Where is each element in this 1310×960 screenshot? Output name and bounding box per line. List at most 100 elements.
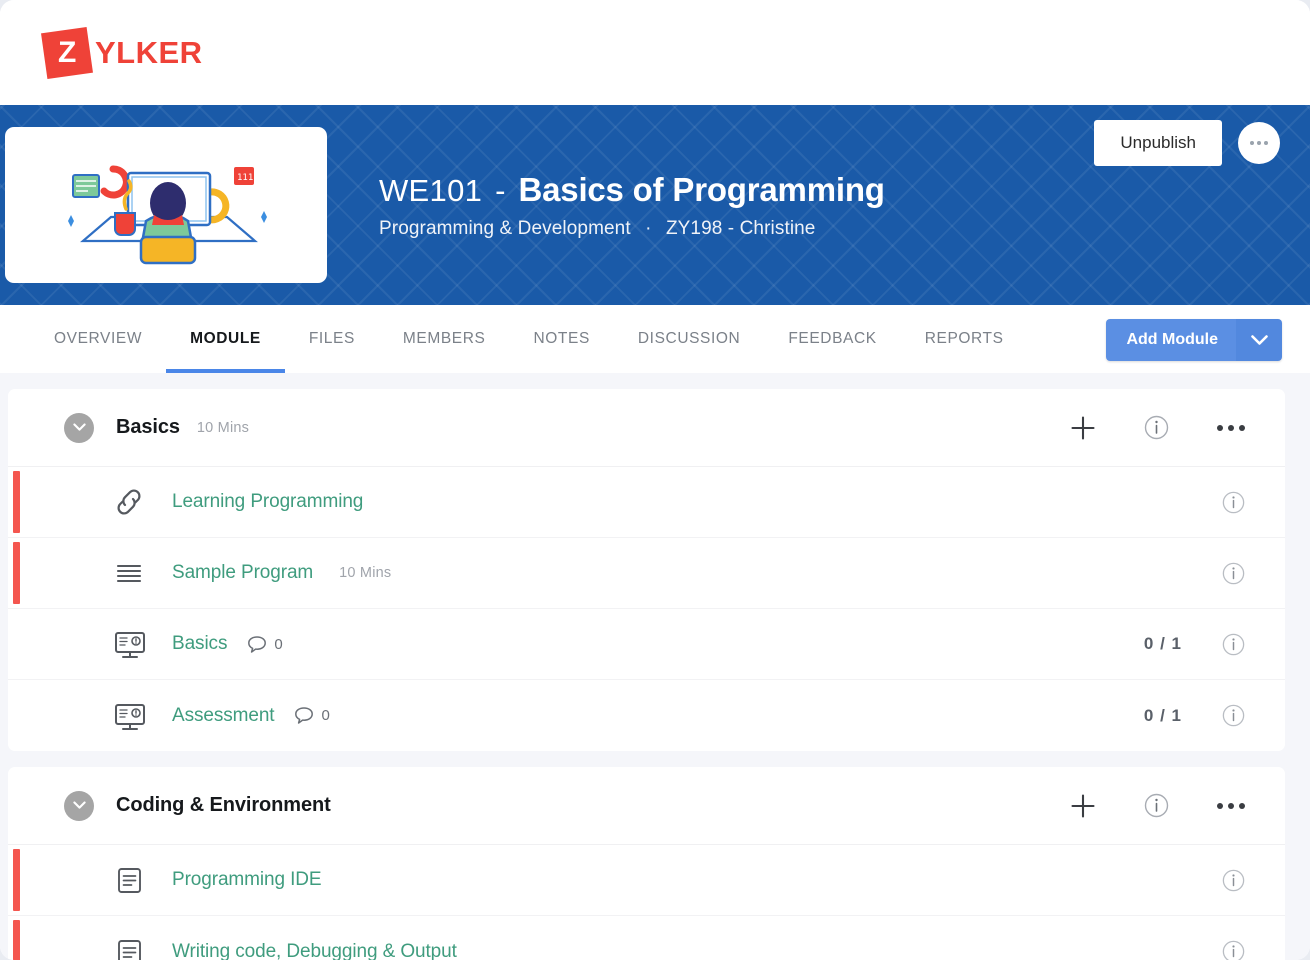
tab-reports[interactable]: REPORTS	[901, 305, 1028, 373]
item-title[interactable]: Basics	[172, 633, 227, 655]
section-actions	[1070, 767, 1245, 844]
dot-icon	[1250, 141, 1254, 145]
item-comments[interactable]: 0	[247, 635, 283, 654]
tab-discussion[interactable]: DISCUSSION	[614, 305, 764, 373]
course-category: Programming & Development	[379, 217, 631, 239]
item-actions	[1222, 467, 1245, 537]
item-comment-count: 0	[321, 707, 330, 724]
zylker-logo[interactable]: Z YLKER	[41, 26, 203, 79]
quiz-monitor-icon	[115, 632, 145, 658]
item-info-button[interactable]	[1222, 704, 1245, 727]
item-info-button[interactable]	[1222, 940, 1245, 960]
section-duration: 10 Mins	[196, 419, 250, 436]
dot-icon	[1217, 802, 1223, 809]
item-info-button[interactable]	[1222, 562, 1245, 585]
unpublish-button[interactable]: Unpublish	[1094, 120, 1222, 166]
section-header: Basics 10 Mins	[8, 389, 1285, 467]
tab-overview[interactable]: OVERVIEW	[30, 305, 166, 373]
module-item-row[interactable]: Sample Program 10 Mins	[8, 538, 1285, 609]
item-title[interactable]: Assessment	[172, 705, 275, 727]
module-item-row[interactable]: Writing code, Debugging & Output	[8, 916, 1285, 960]
item-info-button[interactable]	[1222, 633, 1245, 656]
section-collapse-toggle[interactable]	[64, 412, 94, 443]
add-item-button[interactable]	[1070, 793, 1096, 819]
item-score: 0 / 1	[1143, 705, 1182, 725]
item-actions	[1222, 845, 1245, 915]
chevron-down-icon	[1250, 334, 1268, 345]
logo-mark-icon: Z	[41, 26, 93, 79]
tab-module[interactable]: MODULE	[166, 305, 285, 373]
section-title: Coding & Environment	[116, 794, 331, 816]
quiz-monitor-icon	[115, 703, 145, 730]
section-actions	[1070, 389, 1245, 466]
item-comments[interactable]: 0	[294, 706, 330, 725]
item-status-bar	[13, 920, 20, 960]
comment-icon	[248, 635, 267, 653]
item-score: 0 / 1	[1143, 634, 1182, 653]
add-module-button[interactable]: Add Module	[1106, 319, 1236, 361]
lines-icon	[116, 564, 142, 583]
item-info-button[interactable]	[1222, 491, 1245, 514]
item-icon-wrap	[112, 557, 146, 589]
add-module-control: Add Module	[1106, 319, 1282, 361]
item-actions: 0 / 1	[1144, 680, 1245, 751]
section-info-button[interactable]	[1144, 415, 1169, 440]
module-item-row[interactable]: Learning Programming	[8, 467, 1285, 538]
course-illustration-icon: 111	[68, 165, 267, 265]
logo-mark-letter: Z	[58, 35, 76, 69]
item-icon-wrap	[112, 486, 146, 518]
add-item-button[interactable]	[1070, 415, 1096, 441]
course-thumbnail-card: 111	[5, 127, 327, 283]
info-icon	[1222, 869, 1245, 891]
item-title[interactable]: Learning Programming	[172, 491, 363, 513]
item-title[interactable]: Sample Program	[172, 562, 313, 584]
module-section-card: Coding & Environment Programming IDE Wri…	[8, 767, 1285, 960]
module-item-row[interactable]: Programming IDE	[8, 845, 1285, 916]
item-title[interactable]: Programming IDE	[172, 869, 322, 891]
app-window: Z YLKER 111 WE101 - Basics of Programmin…	[0, 0, 1310, 960]
section-header: Coding & Environment	[8, 767, 1285, 845]
dot-icon	[1217, 424, 1223, 431]
course-instructor: ZY198 - Christine	[665, 217, 816, 239]
info-icon	[1144, 415, 1169, 440]
course-subtitle: Programming & Development · ZY198 - Chri…	[379, 218, 885, 240]
section-more-button[interactable]	[1217, 424, 1245, 431]
tab-members[interactable]: MEMBERS	[379, 305, 510, 373]
banner-more-button[interactable]	[1238, 122, 1280, 164]
info-icon	[1222, 633, 1245, 655]
add-module-dropdown-button[interactable]	[1236, 319, 1282, 361]
section-more-button[interactable]	[1217, 802, 1245, 809]
banner-actions: Unpublish	[1094, 120, 1280, 166]
module-item-row[interactable]: Basics 0 0 / 1	[8, 609, 1285, 680]
section-title: Basics	[116, 416, 180, 438]
item-actions: 0 / 1	[1144, 609, 1245, 679]
section-info-button[interactable]	[1144, 793, 1169, 818]
logo-wordmark: YLKER	[95, 34, 203, 70]
dot-icon	[1239, 424, 1245, 431]
info-icon	[1222, 491, 1245, 513]
module-list: Basics 10 Mins Learning Programming Samp…	[0, 373, 1310, 960]
top-logo-bar: Z YLKER	[0, 0, 1310, 105]
item-actions	[1222, 538, 1245, 608]
document-icon	[118, 939, 141, 960]
course-info: WE101 - Basics of Programming Programmin…	[379, 171, 885, 240]
module-item-row[interactable]: Assessment 0 0 / 1	[8, 680, 1285, 751]
tab-feedback[interactable]: FEEDBACK	[764, 305, 900, 373]
module-section-card: Basics 10 Mins Learning Programming Samp…	[8, 389, 1285, 751]
item-icon-wrap	[112, 864, 146, 896]
document-icon	[118, 868, 141, 893]
link-icon	[117, 489, 141, 515]
section-collapse-toggle[interactable]	[64, 790, 94, 821]
chevron-down-icon	[72, 801, 86, 809]
dot-icon	[1264, 141, 1268, 145]
plus-icon	[1071, 793, 1095, 818]
tab-notes[interactable]: NOTES	[509, 305, 613, 373]
item-icon-wrap	[112, 628, 148, 660]
course-heading: WE101 - Basics of Programming	[379, 171, 885, 209]
item-info-button[interactable]	[1222, 869, 1245, 892]
item-title[interactable]: Writing code, Debugging & Output	[172, 941, 457, 960]
item-comment-count: 0	[274, 635, 283, 653]
tab-files[interactable]: FILES	[285, 305, 379, 373]
item-status-bar	[13, 849, 20, 911]
svg-text:111: 111	[237, 173, 253, 183]
